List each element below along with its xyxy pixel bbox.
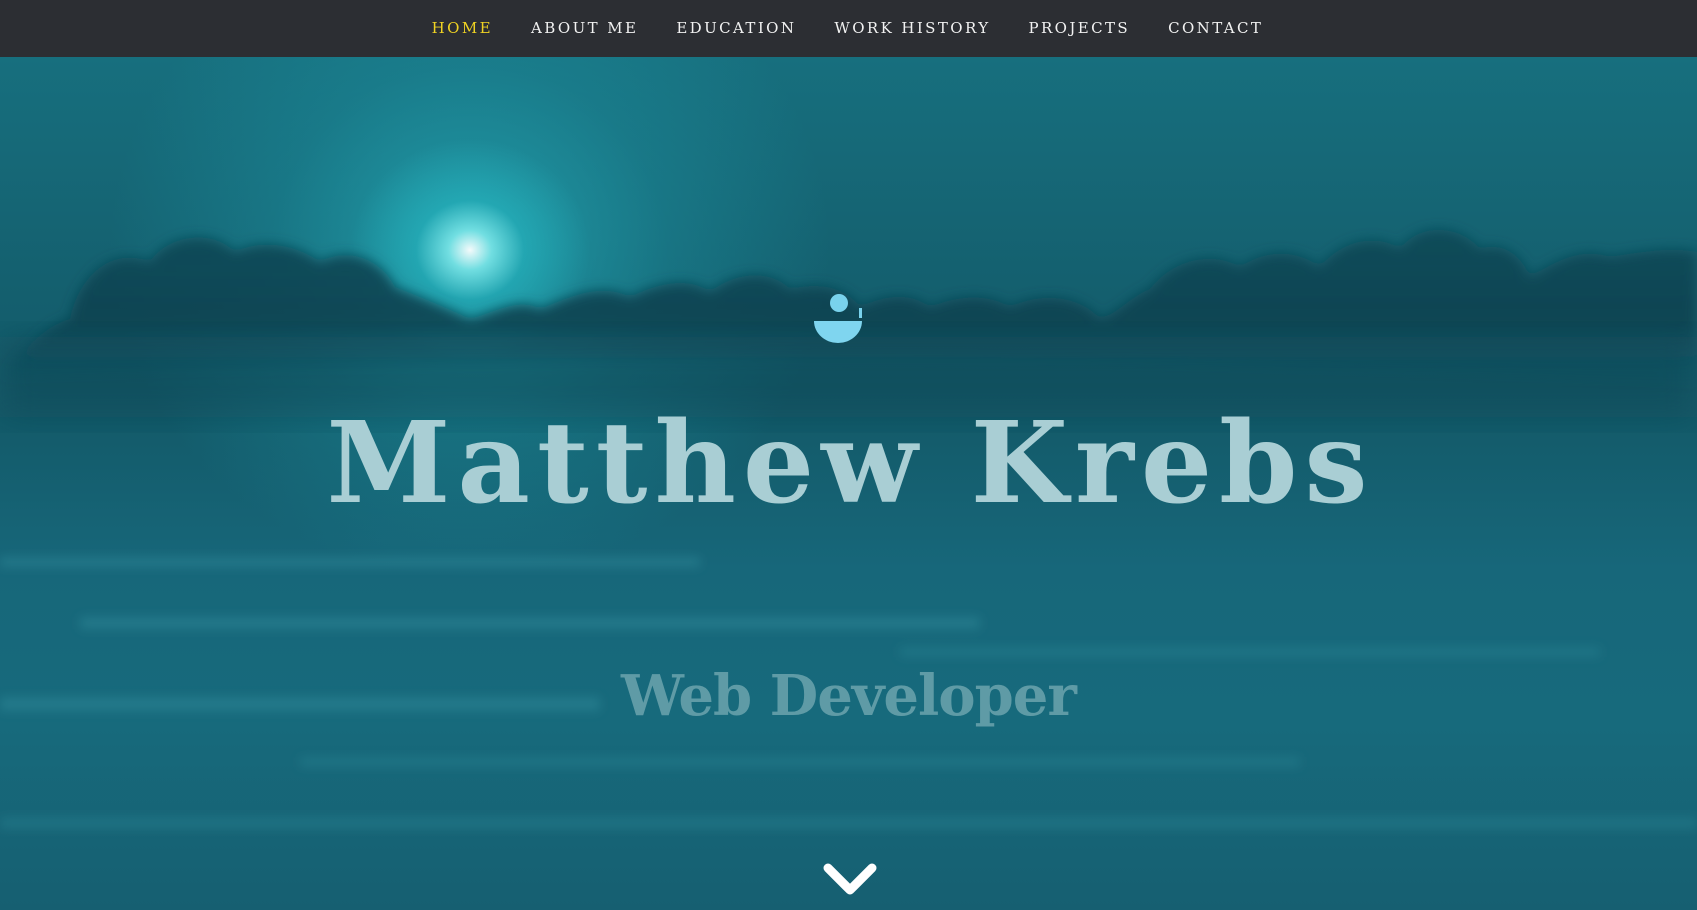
nav-item-about-me[interactable]: ABOUT ME xyxy=(512,0,657,57)
hero-section: Matthew Krebs Web Developer xyxy=(0,57,1697,910)
chevron-down-icon[interactable] xyxy=(822,862,878,898)
hero-title: Matthew Krebs xyxy=(326,398,1375,529)
top-navbar: HOME ABOUT ME EDUCATION WORK HISTORY PRO… xyxy=(0,0,1697,57)
hero-subtitle: Web Developer xyxy=(621,663,1077,729)
nav-item-home[interactable]: HOME xyxy=(413,0,512,57)
nav-item-projects[interactable]: PROJECTS xyxy=(1010,0,1150,57)
nav-item-education[interactable]: EDUCATION xyxy=(657,0,815,57)
nav-item-contact[interactable]: CONTACT xyxy=(1149,0,1282,57)
sun-over-bowl-icon xyxy=(814,294,862,343)
nav-menu: HOME ABOUT ME EDUCATION WORK HISTORY PRO… xyxy=(413,0,1283,57)
nav-item-work-history[interactable]: WORK HISTORY xyxy=(815,0,1009,57)
